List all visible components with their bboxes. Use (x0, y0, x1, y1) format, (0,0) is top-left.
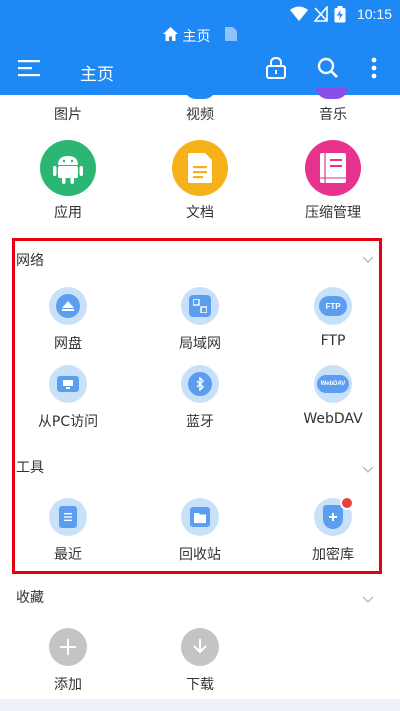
app-bar: 10:15 主页 主页 (0, 0, 400, 95)
bottom-fade (0, 699, 400, 711)
section-title-favorites: 收藏 (16, 590, 44, 606)
music-icon (316, 87, 348, 99)
breadcrumb[interactable]: 主页 (0, 26, 400, 46)
more-options-button[interactable] (360, 56, 388, 84)
document-icon (172, 140, 228, 196)
lock-icon (265, 56, 287, 83)
android-icon (40, 140, 96, 196)
category-images[interactable]: 图片 (13, 104, 123, 124)
favorite-item-download[interactable]: 下载 (145, 628, 255, 694)
category-music[interactable]: 音乐 (278, 104, 388, 124)
category-documents[interactable]: 文档 (145, 140, 255, 222)
battery-charging-icon (334, 6, 346, 27)
home-icon (163, 27, 182, 45)
page-title: 主页 (80, 65, 114, 85)
chevron-down-icon[interactable] (362, 589, 374, 608)
wifi-icon (290, 6, 308, 26)
breadcrumb-label: 主页 (182, 29, 211, 45)
archive-icon (305, 140, 361, 196)
video-icon (184, 87, 216, 99)
menu-button[interactable] (16, 56, 44, 84)
favorite-item-add[interactable]: 添加 (13, 628, 123, 694)
more-vertical-icon (371, 57, 377, 83)
highlight-frame (12, 238, 382, 574)
search-button[interactable] (314, 56, 342, 84)
storage-icon (224, 27, 237, 45)
category-apps[interactable]: 应用 (13, 140, 123, 222)
status-bar: 10:15 (0, 0, 400, 28)
hamburger-menu-icon (18, 59, 42, 81)
search-icon (317, 57, 339, 83)
lock-button[interactable] (262, 56, 290, 84)
category-videos[interactable]: 视频 (145, 104, 255, 124)
status-time: 10:15 (356, 6, 392, 22)
category-archives[interactable]: 压缩管理 (278, 140, 388, 222)
download-icon (181, 628, 219, 666)
plus-icon (49, 628, 87, 666)
no-signal-icon (313, 4, 328, 26)
